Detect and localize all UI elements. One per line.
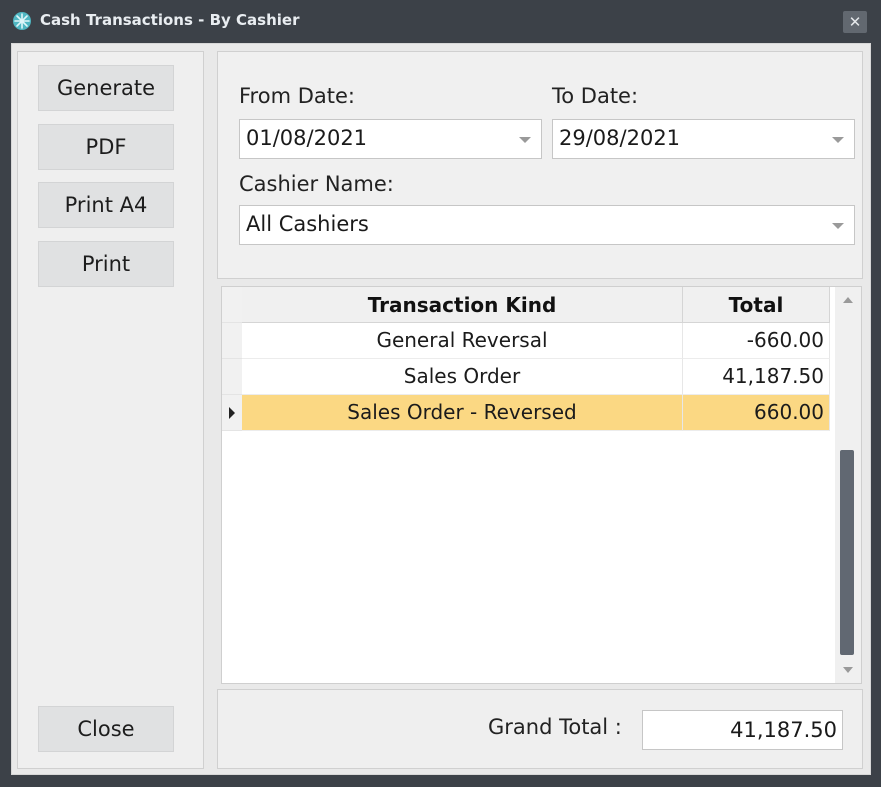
from-date-value: 01/08/2021 xyxy=(246,126,368,150)
cell-transaction-kind[interactable]: Sales Order - Reversed xyxy=(242,395,683,431)
filter-panel: From Date: 01/08/2021 To Date: 29/08/202… xyxy=(217,51,863,279)
window-close-button[interactable]: ✕ xyxy=(843,11,867,33)
print-a4-button[interactable]: Print A4 xyxy=(38,182,174,228)
client-area: Generate PDF Print A4 Print Close From D… xyxy=(11,43,871,775)
cashier-combo[interactable]: All Cashiers xyxy=(239,205,855,245)
cashier-name-label: Cashier Name: xyxy=(239,172,394,196)
column-header-transaction-kind[interactable]: Transaction Kind xyxy=(242,287,683,323)
window: Cash Transactions - By Cashier ✕ Generat… xyxy=(0,0,881,787)
to-date-value: 29/08/2021 xyxy=(559,126,681,150)
chevron-down-icon[interactable] xyxy=(832,223,844,229)
app-logo-icon xyxy=(13,12,31,30)
from-date-label: From Date: xyxy=(239,84,355,108)
cashier-value: All Cashiers xyxy=(246,212,369,236)
cell-total[interactable]: 660.00 xyxy=(683,395,830,431)
title-bar: Cash Transactions - By Cashier ✕ xyxy=(0,0,881,42)
pdf-button[interactable]: PDF xyxy=(38,124,174,170)
row-indicator-column xyxy=(222,287,242,683)
row-indicator-header xyxy=(222,287,242,323)
scroll-up-icon[interactable] xyxy=(843,297,853,303)
from-date-combo[interactable]: 01/08/2021 xyxy=(239,119,542,159)
grand-total-field: 41,187.50 xyxy=(642,710,843,750)
totals-panel: Grand Total : 41,187.50 xyxy=(217,689,863,769)
print-button[interactable]: Print xyxy=(38,241,174,287)
grand-total-label: Grand Total : xyxy=(488,715,622,739)
current-row-arrow-icon xyxy=(229,407,235,419)
cell-transaction-kind[interactable]: Sales Order xyxy=(242,359,683,395)
close-button[interactable]: Close xyxy=(38,706,174,752)
to-date-combo[interactable]: 29/08/2021 xyxy=(552,119,855,159)
transactions-grid: Transaction Kind Total General Reversal … xyxy=(221,286,862,684)
column-header-total[interactable]: Total xyxy=(683,287,830,323)
cell-total[interactable]: 41,187.50 xyxy=(683,359,830,395)
row-indicator[interactable] xyxy=(222,323,242,359)
window-title: Cash Transactions - By Cashier xyxy=(40,11,300,29)
chevron-down-icon[interactable] xyxy=(519,137,531,143)
generate-button[interactable]: Generate xyxy=(38,65,174,111)
cell-total[interactable]: -660.00 xyxy=(683,323,830,359)
row-indicator[interactable] xyxy=(222,359,242,395)
vertical-scrollbar[interactable] xyxy=(835,287,861,683)
scroll-down-icon[interactable] xyxy=(843,667,853,673)
chevron-down-icon[interactable] xyxy=(832,137,844,143)
action-sidebar: Generate PDF Print A4 Print Close xyxy=(17,51,204,769)
to-date-label: To Date: xyxy=(552,84,639,108)
row-indicator-current[interactable] xyxy=(222,395,242,431)
cell-transaction-kind[interactable]: General Reversal xyxy=(242,323,683,359)
scrollbar-thumb[interactable] xyxy=(840,450,854,655)
